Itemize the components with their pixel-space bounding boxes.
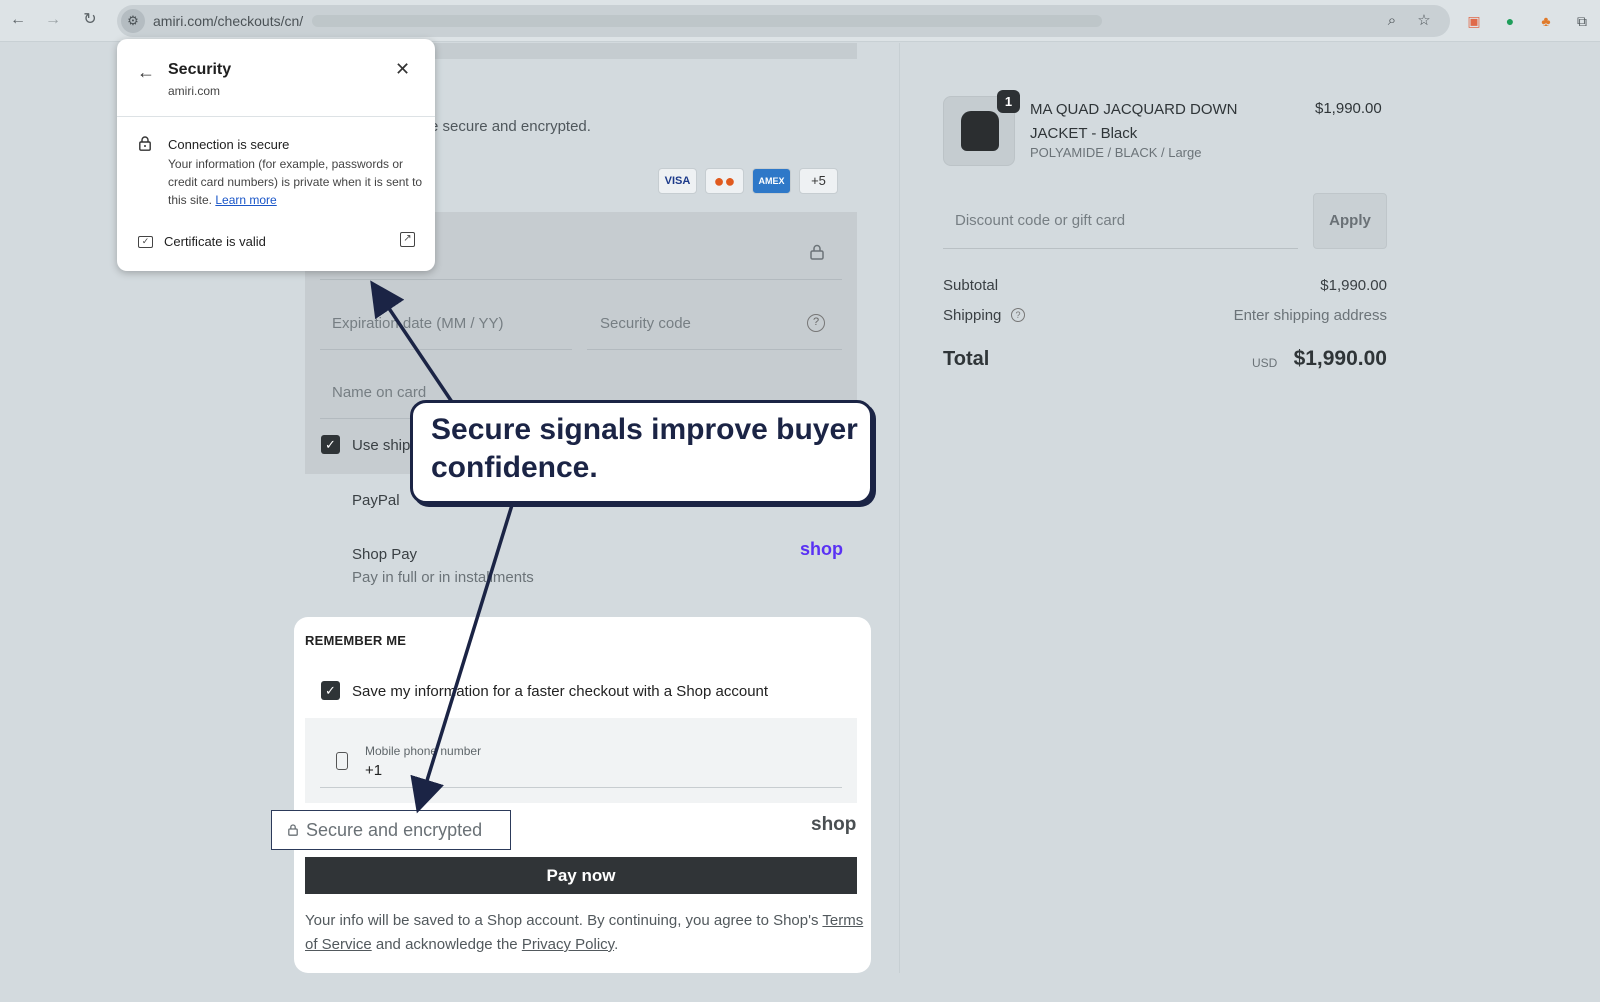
popup-divider (117, 116, 435, 117)
lock-icon (139, 136, 151, 151)
callout-text: Secure signals improve buyer confidence. (431, 413, 858, 484)
popup-domain: amiri.com (168, 84, 221, 98)
open-external-icon[interactable]: ↗ (400, 232, 415, 247)
back-arrow-icon[interactable]: ← (137, 62, 155, 83)
connection-secure-title: Connection is secure (168, 137, 290, 152)
arrow-to-popup (370, 280, 454, 403)
security-popup: ← Security amiri.com ✕ Connection is sec… (117, 39, 435, 271)
popup-title: Security (168, 61, 232, 78)
certificate-valid[interactable]: Certificate is valid (164, 234, 266, 249)
certificate-icon: ✓ (138, 236, 153, 248)
close-icon[interactable]: ✕ (395, 59, 410, 80)
connection-secure-text: Your information (for example, passwords… (168, 155, 423, 209)
connection-body: Your information (for example, passwords… (168, 157, 423, 207)
learn-more-link[interactable]: Learn more (215, 193, 276, 207)
arrow-to-secure-label (410, 504, 514, 814)
callout-box: Secure signals improve buyer confidence. (410, 400, 873, 504)
